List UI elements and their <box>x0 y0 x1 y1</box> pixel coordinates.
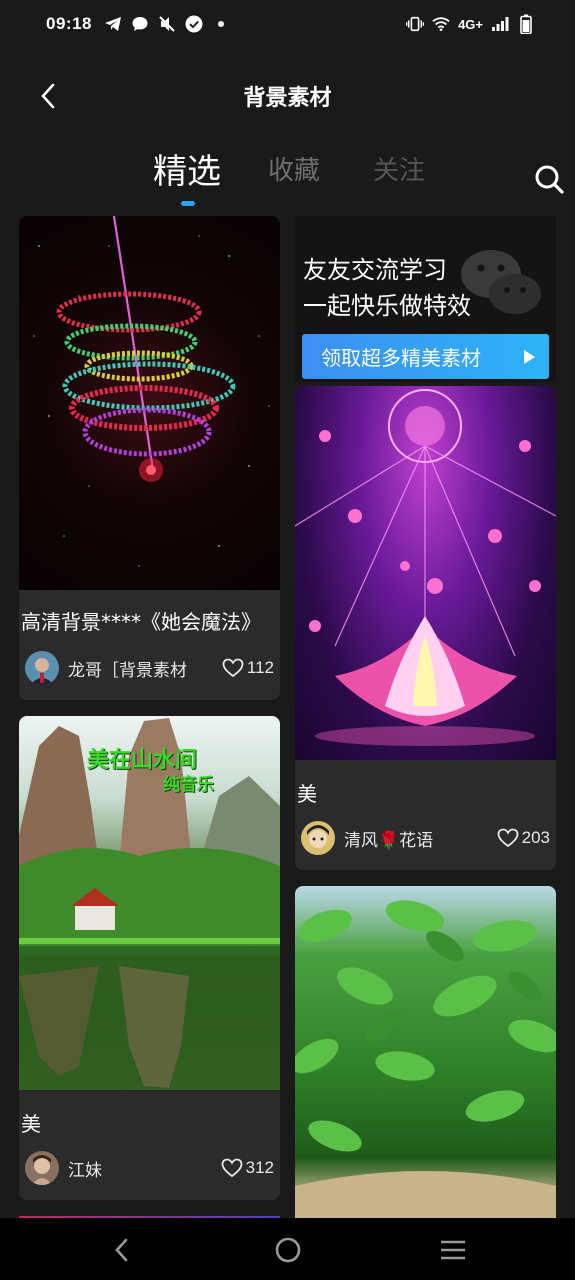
card-meta: 清风🌹花语 203 <box>295 818 556 858</box>
system-nav-bar <box>0 1218 575 1280</box>
card-title: 美 <box>21 1112 41 1136</box>
card-meta: 龙哥［背景素材 112 <box>19 648 280 688</box>
active-tab-indicator <box>181 201 195 206</box>
material-card[interactable]: 高清背景****《她会魔法》 龙哥［背景素材 112 <box>19 216 280 700</box>
network-type: 4G+ <box>458 16 483 32</box>
chat-bubble-icon <box>131 15 149 33</box>
like-count-value: 312 <box>245 1158 274 1177</box>
heart-icon <box>222 658 244 678</box>
avatar[interactable] <box>25 651 59 685</box>
back-triangle-icon <box>115 1238 128 1262</box>
material-card[interactable]: 美在山水间 纯音乐 美 江妹 312 <box>19 716 280 1200</box>
header: 背景素材 <box>0 66 575 126</box>
avatar[interactable] <box>301 821 335 855</box>
author-name[interactable]: 江妹 <box>68 1156 102 1181</box>
card-title: 美 <box>297 782 317 806</box>
image-caption-subtitle: 纯音乐 <box>163 775 214 795</box>
muted-speaker-icon <box>158 15 176 33</box>
check-circle-icon <box>185 15 203 33</box>
promo-line-2: 一起快乐做特效 <box>303 292 471 320</box>
signal-icon <box>491 15 509 33</box>
page-title: 背景素材 <box>243 86 332 111</box>
avatar[interactable] <box>25 1151 59 1185</box>
card-thumbnail <box>295 886 556 1218</box>
recents-menu-icon <box>441 1240 465 1260</box>
material-card[interactable] <box>295 886 556 1218</box>
search-icon <box>535 165 564 194</box>
dot-icon <box>212 15 230 33</box>
nav-home-button[interactable] <box>270 1232 306 1268</box>
card-meta: 江妹 312 <box>19 1148 280 1188</box>
vibrate-icon <box>406 15 424 33</box>
material-feed: 高清背景****《她会魔法》 龙哥［背景素材 112 美在山水间 纯音乐 美 江… <box>0 216 575 1218</box>
author-name[interactable]: 龙哥［背景素材 <box>68 656 187 681</box>
status-time: 09:18 <box>46 14 92 33</box>
heart-icon <box>221 1158 243 1178</box>
status-bar: 09:18 4G+ <box>0 0 575 48</box>
author-name[interactable]: 清风🌹花语 <box>344 826 433 851</box>
nav-back-button[interactable] <box>104 1232 140 1268</box>
claim-materials-label: 领取超多精美素材 <box>321 346 481 370</box>
battery-icon <box>517 14 535 34</box>
material-card[interactable]: 美 清风🌹花语 203 <box>295 386 556 870</box>
search-button[interactable] <box>532 162 566 196</box>
heart-icon <box>497 828 519 848</box>
like-count[interactable]: 203 <box>497 828 550 848</box>
home-circle-icon <box>275 1237 301 1263</box>
like-count-value: 112 <box>246 658 274 677</box>
tab-bar: 精选 收藏 关注 <box>0 150 575 210</box>
tab-favorites[interactable]: 收藏 <box>268 150 320 187</box>
tab-following[interactable]: 关注 <box>373 150 425 187</box>
claim-materials-button[interactable]: 领取超多精美素材 <box>302 334 549 379</box>
system-status-icons: 4G+ <box>406 14 535 34</box>
nav-recents-button[interactable] <box>435 1232 471 1268</box>
play-arrow-icon <box>524 350 535 364</box>
card-thumbnail: 美在山水间 纯音乐 <box>19 716 280 1090</box>
telegram-icon <box>104 15 122 33</box>
like-count[interactable]: 112 <box>222 658 274 678</box>
tab-featured[interactable]: 精选 <box>153 144 221 193</box>
like-count[interactable]: 312 <box>221 1158 274 1178</box>
like-count-value: 203 <box>521 828 550 847</box>
card-thumbnail <box>295 386 556 760</box>
lotus-image <box>295 389 556 746</box>
magic-spiral-image <box>33 216 270 567</box>
notification-icons <box>104 15 230 33</box>
promo-line-1: 友友交流学习 <box>303 256 447 284</box>
promo-banner[interactable]: 友友交流学习 一起快乐做特效 领取超多精美素材 <box>295 216 556 382</box>
card-thumbnail <box>19 216 280 590</box>
card-title: 高清背景****《她会魔法》 <box>21 610 261 634</box>
wifi-icon <box>432 15 450 33</box>
green-leaves-image <box>295 900 556 1218</box>
